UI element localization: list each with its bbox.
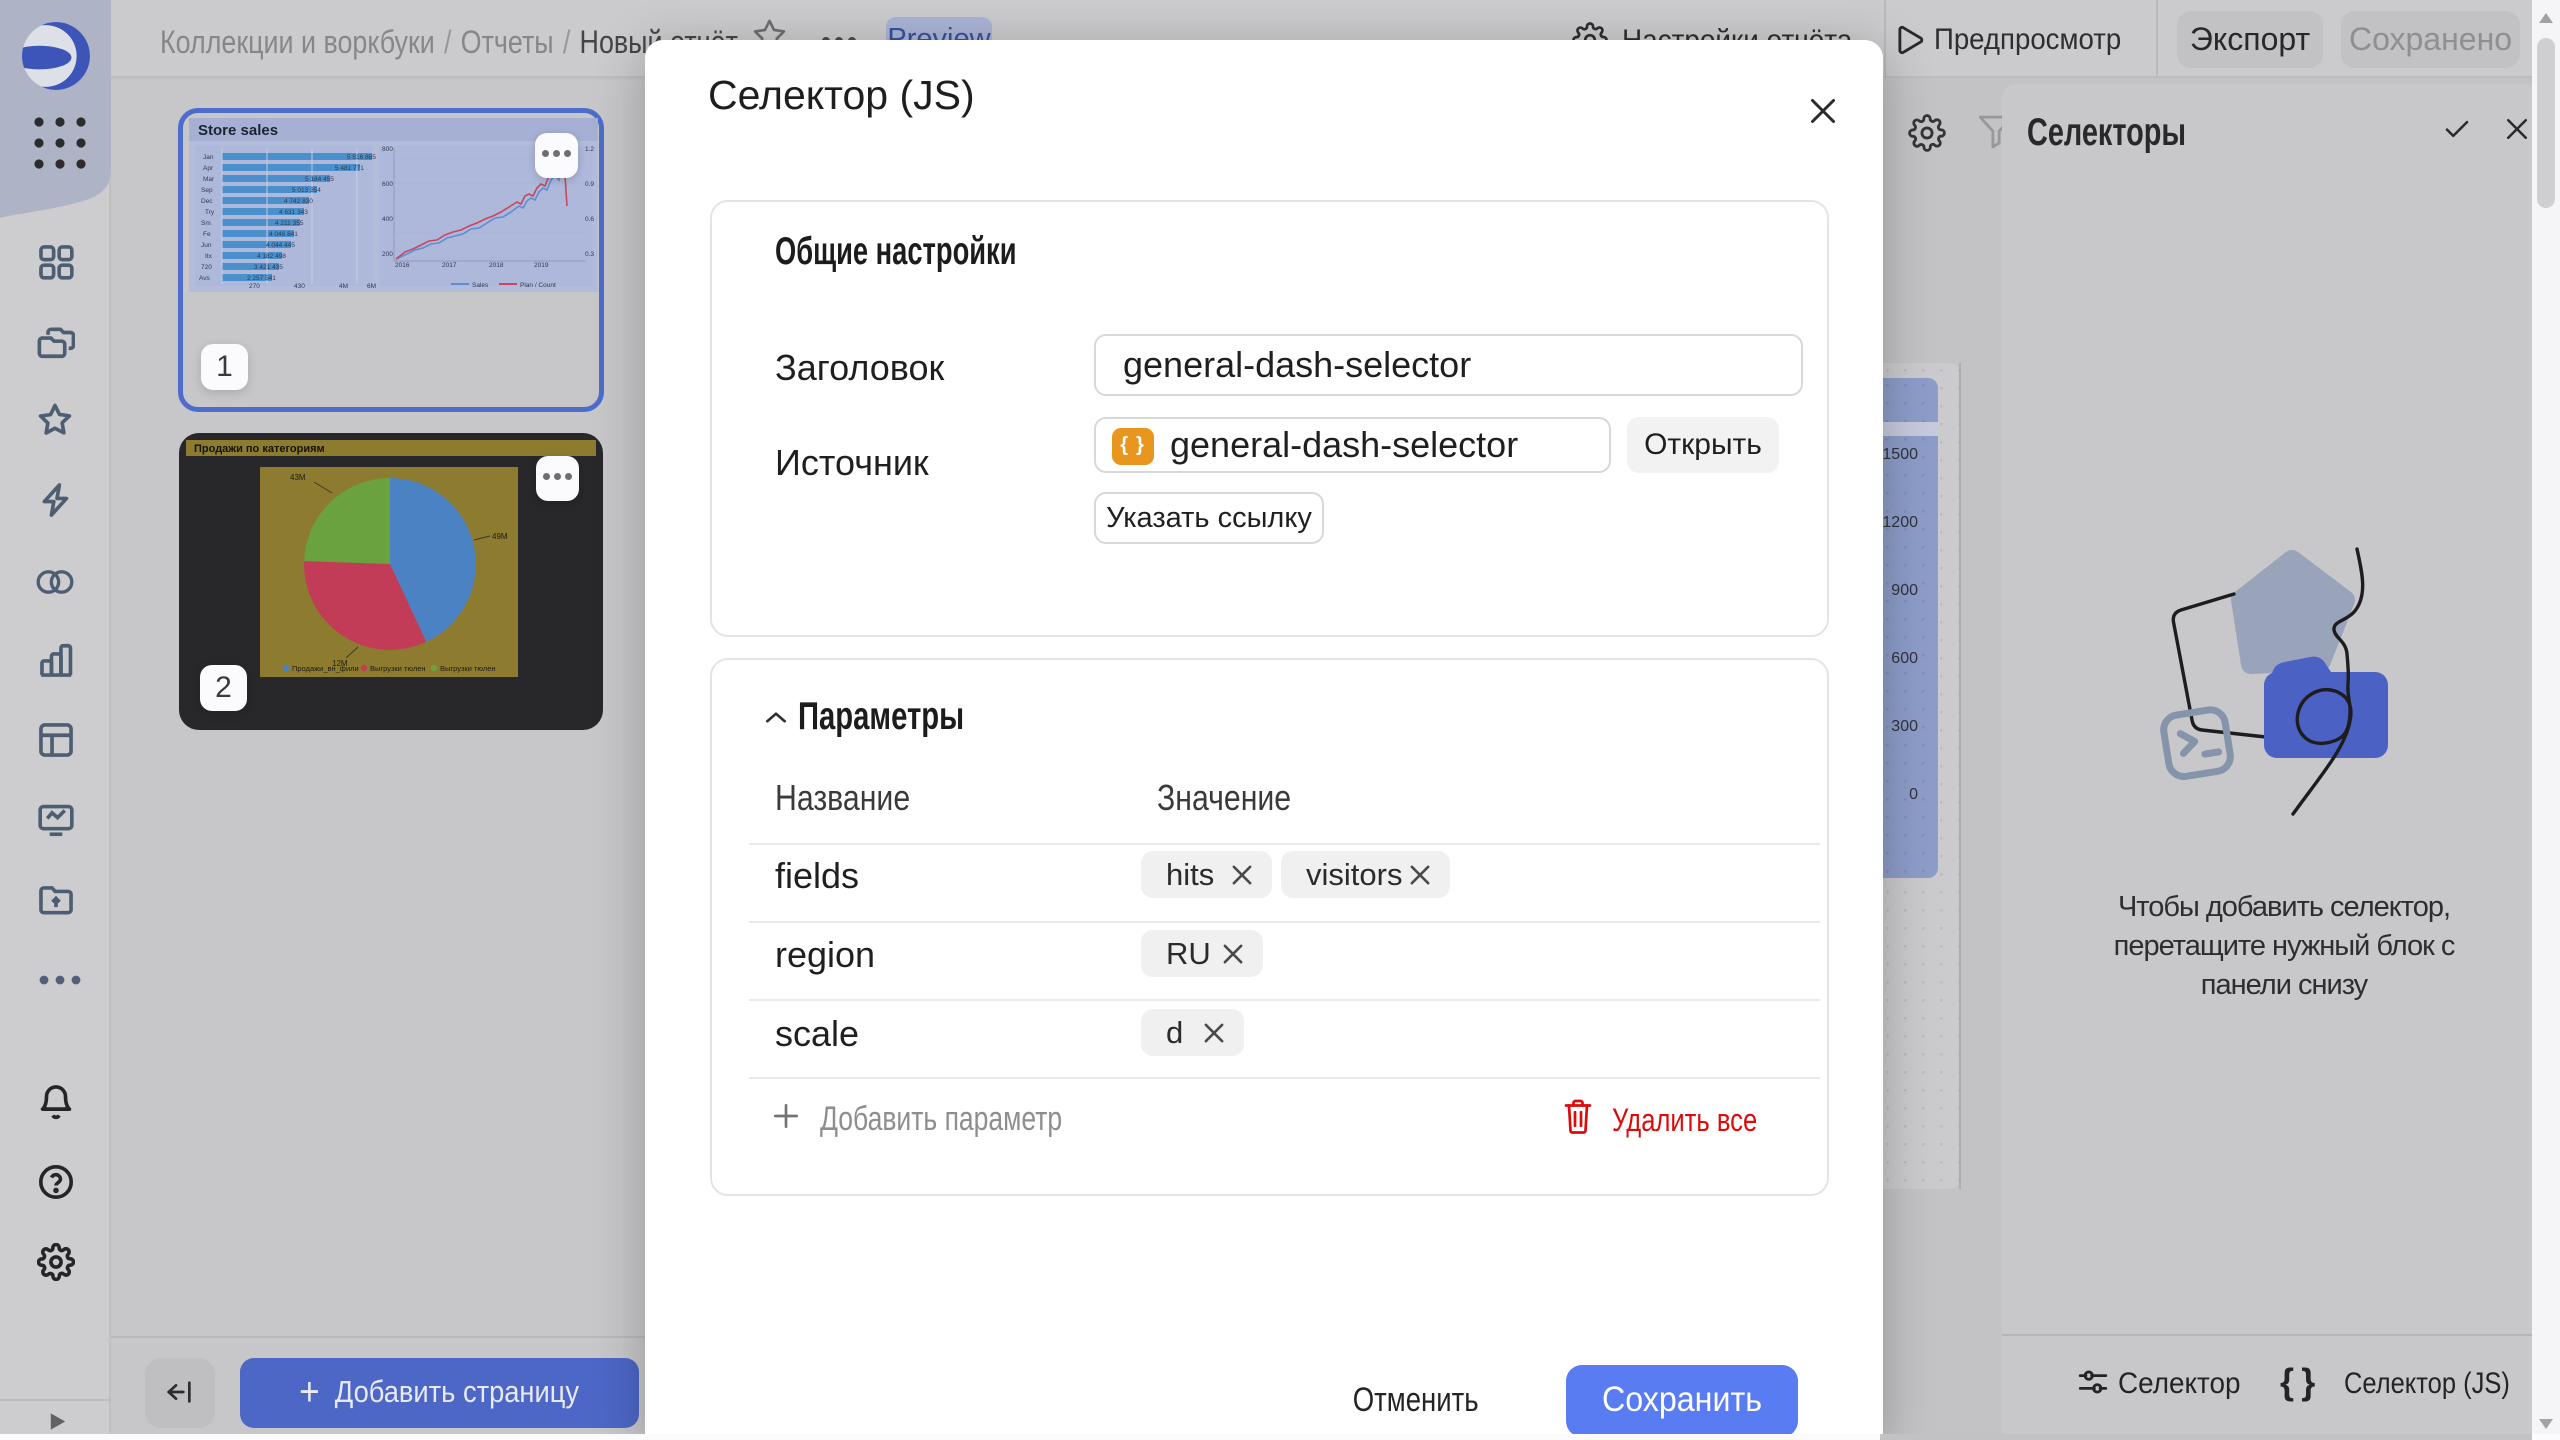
svg-text:Выгрузки тюлен: Выгрузки тюлен — [370, 664, 426, 673]
svg-text:Apr: Apr — [203, 165, 214, 172]
svg-text:4 182 498: 4 182 498 — [257, 253, 286, 260]
svg-text:600: 600 — [382, 181, 393, 188]
svg-text:Sep: Sep — [201, 187, 213, 194]
svg-text:4 211 355: 4 211 355 — [275, 220, 304, 227]
svg-text:5 013 354: 5 013 354 — [292, 187, 321, 194]
svg-text:Fe: Fe — [203, 231, 211, 238]
svg-text:Jan: Jan — [203, 154, 214, 161]
svg-text:270: 270 — [249, 283, 260, 290]
svg-text:4 742 830: 4 742 830 — [284, 198, 313, 205]
svg-text:49M: 49M — [492, 532, 508, 541]
svg-text:800: 800 — [382, 146, 393, 153]
svg-text:Try: Try — [205, 209, 215, 216]
svg-text:Выгрузки тюлен: Выгрузки тюлен — [440, 664, 496, 673]
svg-text:2018: 2018 — [489, 262, 504, 269]
svg-text:720: 720 — [201, 264, 212, 271]
svg-text:400: 400 — [382, 216, 393, 223]
svg-text:Dec: Dec — [201, 198, 213, 205]
svg-text:Продажи_вн_фили: Продажи_вн_фили — [292, 664, 359, 673]
svg-text:6M: 6M — [367, 283, 376, 290]
svg-text:Sm: Sm — [201, 220, 211, 227]
svg-text:Store sales: Store sales — [198, 122, 278, 139]
svg-text:430: 430 — [294, 283, 305, 290]
svg-text:2 257 541: 2 257 541 — [247, 275, 276, 282]
svg-text:0.6: 0.6 — [585, 216, 594, 223]
svg-text:Sales: Sales — [472, 282, 489, 289]
svg-text:3 421 435: 3 421 435 — [254, 264, 283, 271]
svg-text:Mar: Mar — [203, 176, 215, 183]
svg-text:5 516 885: 5 516 885 — [347, 154, 376, 161]
svg-text:200: 200 — [382, 251, 393, 258]
svg-text:4 044 445: 4 044 445 — [266, 242, 295, 249]
svg-text:2019: 2019 — [534, 262, 549, 269]
svg-text:4 046 841: 4 046 841 — [269, 231, 298, 238]
svg-text:Jun: Jun — [201, 242, 212, 249]
svg-text:5 184 455: 5 184 455 — [305, 176, 334, 183]
svg-text:2016: 2016 — [395, 262, 410, 269]
svg-text:43M: 43M — [290, 473, 306, 482]
svg-text:4 631 343: 4 631 343 — [279, 209, 308, 216]
svg-text:1.2: 1.2 — [585, 146, 594, 153]
svg-text:Продажи по категориям: Продажи по категориям — [194, 443, 325, 455]
svg-text:Avs: Avs — [199, 275, 210, 282]
svg-text:5 481 771: 5 481 771 — [335, 165, 364, 172]
svg-text:2017: 2017 — [442, 262, 457, 269]
svg-text:Plan / Count: Plan / Count — [520, 282, 556, 289]
svg-text:Itx: Itx — [205, 253, 213, 260]
svg-text:0.9: 0.9 — [585, 181, 594, 188]
svg-text:4M: 4M — [339, 283, 348, 290]
svg-text:0.3: 0.3 — [585, 251, 594, 258]
